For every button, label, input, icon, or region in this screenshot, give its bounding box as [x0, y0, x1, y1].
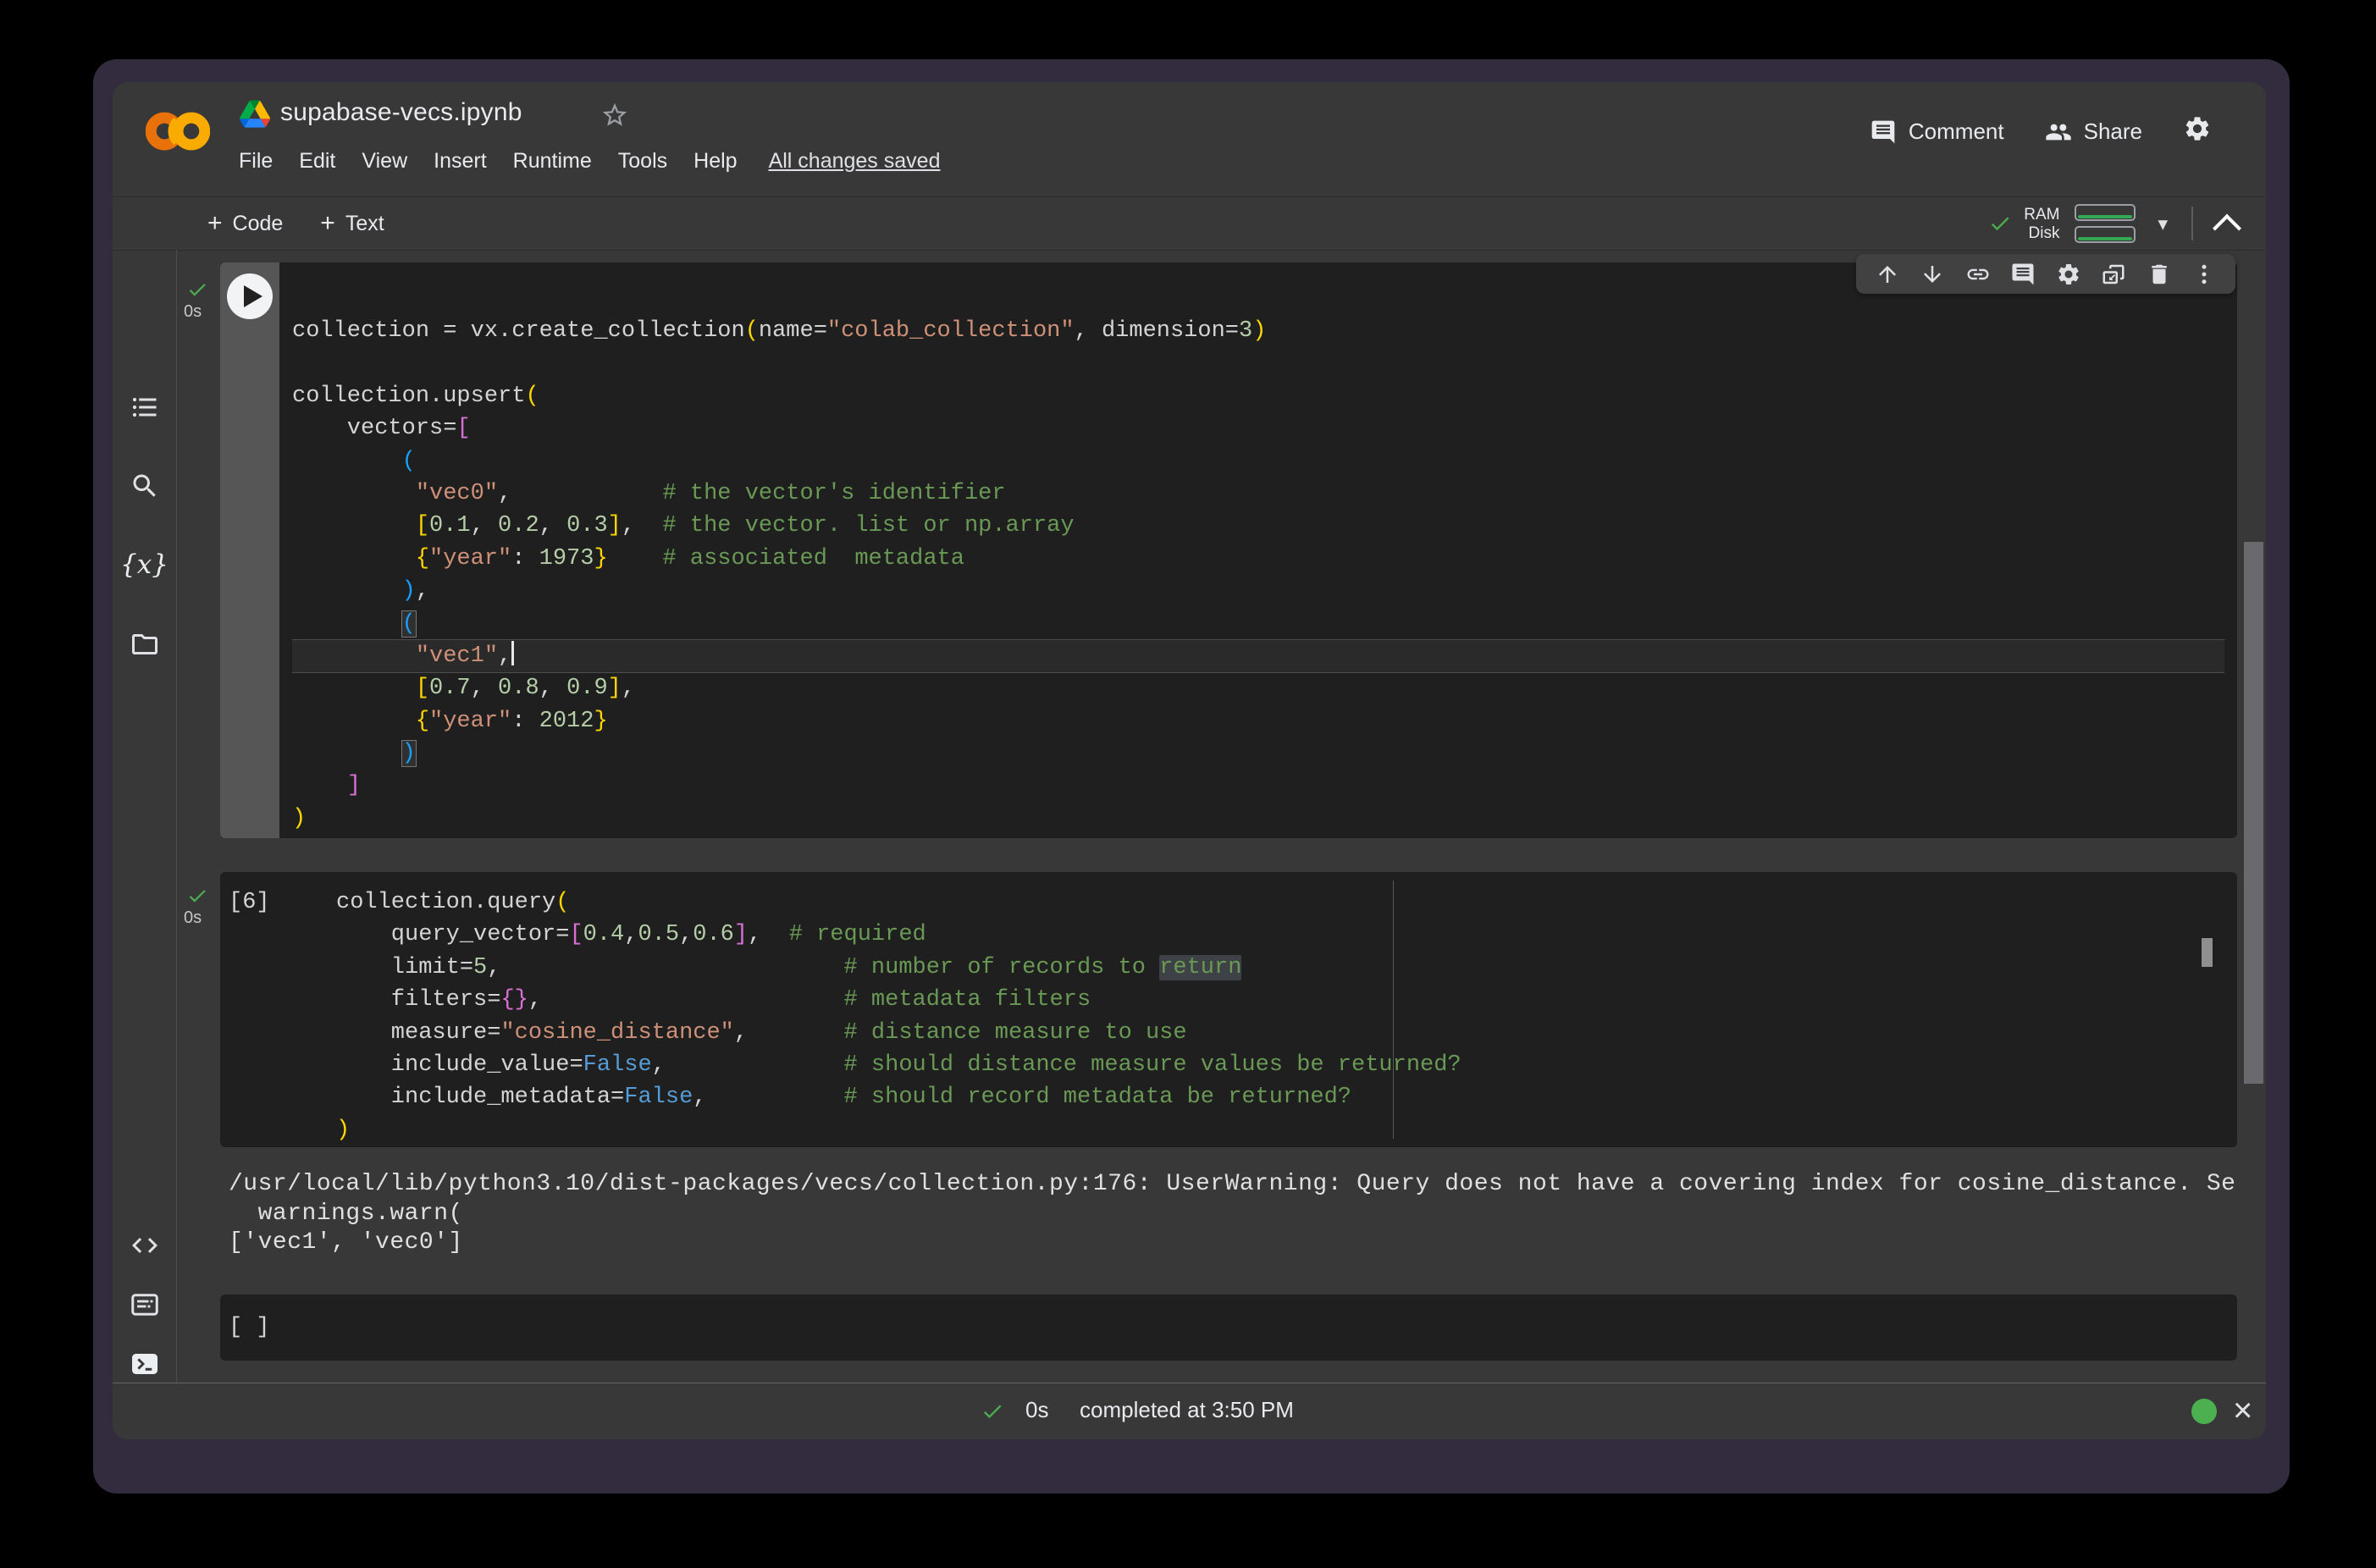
variables-icon: {x}	[120, 549, 169, 580]
sidebar-item-command-palette[interactable]	[129, 1289, 161, 1321]
sidebar-item-terminal[interactable]	[129, 1348, 161, 1380]
code-cell-3[interactable]: [ ]	[220, 1295, 2237, 1361]
left-sidebar: {x}	[113, 250, 177, 1383]
add-text-label: Text	[345, 212, 384, 236]
status-message: completed at 3:50 PM	[1080, 1397, 1294, 1423]
save-status-link[interactable]: All changes saved	[769, 149, 941, 174]
notebook-toolbar: + Code + Text RAM Disk ▾	[113, 197, 2266, 251]
more-cell-actions-button[interactable]	[2190, 260, 2219, 289]
status-duration: 0s	[1025, 1397, 1048, 1423]
toolbar-divider	[2191, 207, 2193, 240]
mirror-cell-button[interactable]	[2099, 260, 2128, 289]
collapse-header-icon[interactable]	[2213, 214, 2241, 243]
menu-view[interactable]: View	[362, 149, 407, 174]
colab-logo-icon	[146, 109, 210, 153]
add-code-button[interactable]: + Code	[207, 211, 283, 236]
cell2-code-editor[interactable]: collection.query( query_vector=[0.4,0.5,…	[336, 886, 2232, 1147]
disk-label: Disk	[2029, 225, 2060, 241]
add-code-label: Code	[233, 212, 284, 236]
settings-button[interactable]	[2183, 114, 2212, 149]
gear-icon	[2056, 262, 2081, 287]
ram-label: RAM	[2024, 207, 2059, 223]
search-icon	[130, 471, 160, 501]
editor-scrollbar-thumb[interactable]	[2202, 938, 2213, 967]
delete-cell-button[interactable]	[2145, 260, 2174, 289]
comment-label: Comment	[1909, 119, 2004, 145]
notebook-title[interactable]: supabase-vecs.ipynb	[280, 98, 522, 127]
colab-window: supabase-vecs.ipynb File Edit View Inser…	[113, 82, 2266, 1439]
cell2-success-check-icon	[186, 885, 208, 907]
cell-toolbar	[1856, 254, 2235, 294]
menu-edit[interactable]: Edit	[299, 149, 335, 174]
gear-icon	[2183, 114, 2212, 143]
move-cell-up-button[interactable]	[1873, 260, 1902, 289]
folder-icon	[130, 629, 160, 660]
comment-icon	[1870, 119, 1897, 146]
resource-labels: RAM Disk	[2024, 207, 2059, 241]
add-text-button[interactable]: + Text	[320, 211, 384, 236]
star-icon[interactable]	[600, 101, 629, 130]
sidebar-item-variables[interactable]: {x}	[129, 549, 161, 581]
link-icon	[1965, 262, 1991, 287]
trash-icon	[2147, 262, 2172, 287]
sidebar-item-files[interactable]	[129, 628, 161, 660]
resource-meters[interactable]	[2075, 204, 2136, 243]
comment-button[interactable]: Comment	[1870, 119, 2004, 146]
menu-help[interactable]: Help	[693, 149, 737, 174]
comment-icon	[2010, 262, 2036, 287]
ram-meter	[2075, 204, 2136, 221]
cell1-exec-time: 0s	[184, 302, 202, 322]
code-snippets-icon	[130, 1230, 160, 1261]
cell2-exec-time: 0s	[184, 908, 202, 928]
sidebar-item-search[interactable]	[129, 470, 161, 502]
sidebar-item-table-of-contents[interactable]	[129, 391, 161, 423]
plus-icon: +	[320, 211, 335, 236]
share-label: Share	[2084, 119, 2142, 145]
play-icon	[244, 285, 262, 307]
editor-ruler	[1393, 881, 1394, 1139]
status-check-icon	[981, 1400, 1004, 1423]
menu-tools[interactable]: Tools	[618, 149, 667, 174]
command-palette-icon	[130, 1289, 160, 1320]
arrow-up-icon	[1875, 262, 1900, 287]
kernel-status-dot	[2191, 1399, 2217, 1424]
sidebar-item-code-snippets[interactable]	[129, 1229, 161, 1262]
runtime-connected-check-icon	[1988, 212, 2012, 235]
menubar: File Edit View Insert Runtime Tools Help…	[239, 149, 940, 174]
share-button[interactable]: Share	[2045, 119, 2142, 146]
header: supabase-vecs.ipynb File Edit View Inser…	[113, 82, 2266, 197]
kebab-menu-icon	[2191, 262, 2217, 287]
table-of-contents-icon	[130, 392, 160, 422]
cell1-success-check-icon	[186, 279, 208, 301]
code-cell-2: [6] collection.query( query_vector=[0.4,…	[220, 872, 2237, 1147]
cell1-code-editor[interactable]: collection = vx.create_collection(name="…	[292, 315, 2232, 838]
drive-icon	[240, 100, 270, 128]
editor-settings-button[interactable]	[2054, 260, 2083, 289]
cell2-execution-count: [6]	[229, 886, 270, 919]
code-cell-1: collection = vx.create_collection(name="…	[220, 262, 2237, 838]
people-icon	[2045, 119, 2072, 146]
disk-meter	[2075, 226, 2136, 243]
arrow-down-icon	[1920, 262, 1945, 287]
notebook-scrollbar-thumb[interactable]	[2244, 542, 2263, 1084]
cell3-execution-count: [ ]	[229, 1315, 270, 1340]
resources-dropdown-icon[interactable]: ▾	[2158, 213, 2168, 235]
menu-runtime[interactable]: Runtime	[513, 149, 592, 174]
plus-icon: +	[207, 211, 223, 236]
execution-status-bar: 0s completed at 3:50 PM ×	[113, 1383, 2266, 1439]
menu-insert[interactable]: Insert	[434, 149, 487, 174]
cell1-run-strip	[220, 262, 279, 838]
terminal-icon	[130, 1349, 160, 1379]
move-cell-down-button[interactable]	[1918, 260, 1947, 289]
screen-background: supabase-vecs.ipynb File Edit View Inser…	[0, 0, 2376, 1568]
mirror-cell-icon	[2101, 262, 2126, 287]
copy-cell-link-button[interactable]	[1964, 260, 1992, 289]
cell2-output: /usr/local/lib/python3.10/dist-packages/…	[229, 1170, 2244, 1258]
header-actions: Comment Share	[1870, 114, 2212, 149]
desktop: supabase-vecs.ipynb File Edit View Inser…	[93, 59, 2290, 1493]
menu-file[interactable]: File	[239, 149, 273, 174]
add-comment-button[interactable]	[2009, 260, 2037, 289]
close-status-bar-button[interactable]: ×	[2233, 1390, 2252, 1431]
run-cell-button[interactable]	[227, 273, 273, 319]
